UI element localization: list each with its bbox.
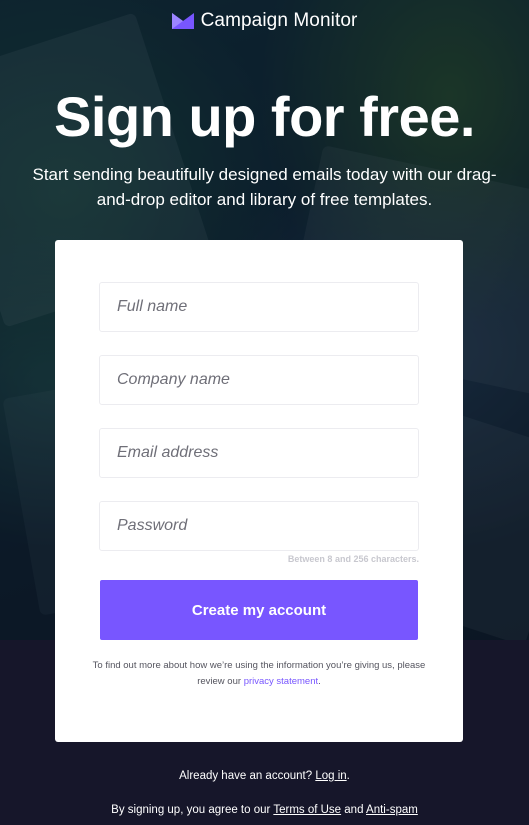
- terms-notice-text: By signing up, you agree to our: [111, 804, 274, 816]
- brand-name: Campaign Monitor: [200, 10, 358, 31]
- create-account-button[interactable]: Create my account: [100, 580, 418, 640]
- anti-spam-link[interactable]: Anti-spam: [366, 804, 418, 816]
- terms-and-text: and: [341, 804, 367, 816]
- email-field[interactable]: [99, 428, 419, 478]
- full-name-field[interactable]: [99, 282, 419, 332]
- password-field[interactable]: [99, 501, 419, 551]
- login-prompt-end: .: [346, 770, 350, 782]
- terms-of-use-link[interactable]: Terms of Use: [273, 804, 341, 816]
- brand-logo[interactable]: Campaign Monitor: [0, 10, 529, 32]
- terms-notice: By signing up, you agree to our Terms of…: [0, 804, 529, 816]
- page-title: Sign up for free.: [54, 85, 475, 148]
- signup-form: Between 8 and 256 characters. Create my …: [55, 240, 463, 742]
- page-subtitle: Start sending beautifully designed email…: [32, 165, 497, 209]
- company-name-field[interactable]: [99, 355, 419, 405]
- privacy-statement-link[interactable]: privacy statement: [244, 676, 318, 687]
- login-prompt-text: Already have an account?: [179, 770, 316, 782]
- login-prompt: Already have an account? Log in.: [0, 770, 529, 782]
- privacy-notice-end: .: [318, 676, 321, 687]
- campaign-monitor-envelope-icon: [171, 13, 194, 29]
- password-hint: Between 8 and 256 characters.: [287, 554, 419, 564]
- privacy-notice: To find out more about how we’re using t…: [85, 658, 433, 690]
- login-link[interactable]: Log in: [315, 770, 346, 782]
